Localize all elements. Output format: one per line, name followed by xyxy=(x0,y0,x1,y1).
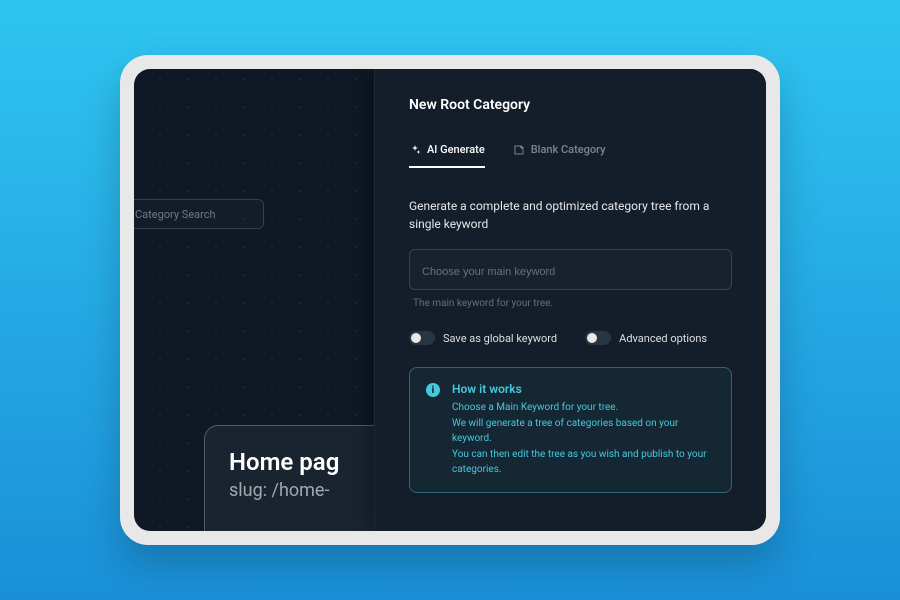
tablet-frame: Category Search Home pag slug: /home- Ne… xyxy=(120,55,780,545)
toggle-row: Save as global keyword Advanced options xyxy=(409,331,732,345)
tab-ai-generate[interactable]: AI Generate xyxy=(409,143,485,168)
callout-line: We will generate a tree of categories ba… xyxy=(452,416,715,446)
tab-label: AI Generate xyxy=(427,143,485,156)
app-screen: Category Search Home pag slug: /home- Ne… xyxy=(134,69,766,531)
how-it-works-callout: i How it works Choose a Main Keyword for… xyxy=(409,367,732,493)
callout-line: Choose a Main Keyword for your tree. xyxy=(452,400,715,415)
category-search-input[interactable]: Category Search xyxy=(134,199,264,229)
tab-description: Generate a complete and optimized catego… xyxy=(409,197,732,233)
keyword-helper: The main keyword for your tree. xyxy=(413,298,732,309)
callout-line: You can then edit the tree as you wish a… xyxy=(452,447,715,477)
toggle-save-global-label: Save as global keyword xyxy=(443,332,557,345)
callout-content: How it works Choose a Main Keyword for y… xyxy=(452,382,715,478)
toggle-advanced: Advanced options xyxy=(585,331,707,345)
search-placeholder: Category Search xyxy=(135,208,216,221)
panel-title: New Root Category xyxy=(409,97,732,113)
new-category-panel: New Root Category AI Generate Blank Cate… xyxy=(374,69,766,531)
keyword-input[interactable] xyxy=(422,266,719,278)
tab-label: Blank Category xyxy=(531,143,606,156)
left-pane: Category Search Home pag slug: /home- xyxy=(134,69,374,531)
sparkle-icon xyxy=(409,144,421,156)
note-icon xyxy=(513,144,525,156)
panel-tabs: AI Generate Blank Category xyxy=(409,143,732,169)
toggle-advanced-label: Advanced options xyxy=(619,332,707,345)
toggle-save-global: Save as global keyword xyxy=(409,331,557,345)
tab-blank-category[interactable]: Blank Category xyxy=(513,143,606,168)
toggle-save-global-switch[interactable] xyxy=(409,331,435,345)
toggle-advanced-switch[interactable] xyxy=(585,331,611,345)
callout-title: How it works xyxy=(452,382,715,396)
info-icon: i xyxy=(426,383,440,397)
callout-body: Choose a Main Keyword for your tree. We … xyxy=(452,400,715,477)
keyword-input-wrap[interactable] xyxy=(409,249,732,290)
